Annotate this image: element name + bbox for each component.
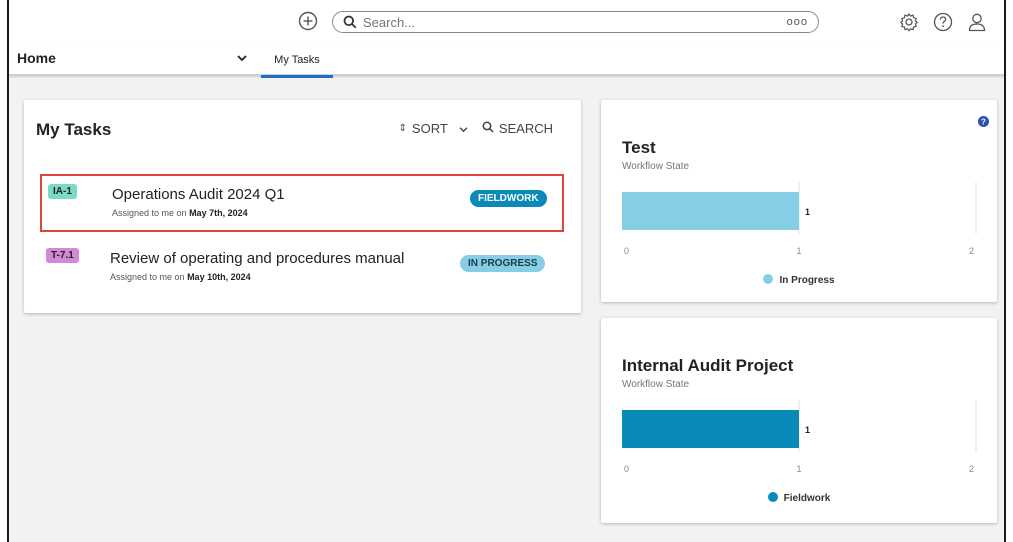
add-icon[interactable]: [297, 10, 319, 32]
legend-label: In Progress: [779, 275, 835, 286]
gear-icon[interactable]: [898, 11, 920, 33]
chart-title: Test: [622, 138, 656, 157]
search-options-button[interactable]: ooo: [787, 16, 808, 28]
question-icon[interactable]: ?: [978, 114, 989, 127]
legend-label: Fieldwork: [783, 493, 831, 504]
my-tasks-card: My Tasks ⇕ SORT SEARCH IA-1 Operations A…: [24, 100, 581, 313]
chart-card-test: ? Test Workflow State 0 1 2 1 In Progress: [601, 100, 997, 302]
x-tick-label: 1: [796, 246, 801, 256]
sort-button[interactable]: ⇕ SORT: [399, 121, 468, 136]
top-bar: ooo: [9, 0, 1004, 44]
status-badge: FIELDWORK: [470, 190, 547, 207]
bar-chart: 0 1 2 1: [622, 400, 977, 474]
x-tick-label: 2: [969, 464, 974, 474]
legend-swatch: [763, 274, 774, 284]
x-tick-label: 0: [624, 464, 629, 474]
svg-text:?: ?: [981, 118, 986, 127]
bar: [622, 192, 799, 230]
x-tick-label: 1: [796, 464, 801, 474]
task-name[interactable]: Review of operating and procedures manua…: [110, 250, 404, 267]
search-icon: [482, 121, 494, 136]
bar-chart: 0 1 2 1: [622, 182, 977, 256]
data-label: 1: [805, 207, 810, 217]
home-dropdown-label: Home: [17, 50, 56, 66]
task-id-badge: IA-1: [48, 184, 77, 199]
chart-subtitle: Workflow State: [622, 379, 690, 390]
tab-my-tasks[interactable]: My Tasks: [261, 44, 333, 78]
sort-icon: ⇕: [398, 123, 407, 134]
chevron-down-icon: [237, 51, 247, 65]
chart-legend: In Progress: [601, 274, 997, 286]
sort-label: SORT: [411, 121, 448, 136]
chart-title: Internal Audit Project: [622, 356, 794, 375]
chevron-down-icon: [459, 121, 468, 136]
search-icon: [343, 15, 357, 29]
task-search-button[interactable]: SEARCH: [482, 121, 553, 136]
data-label: 1: [805, 425, 810, 435]
global-search[interactable]: ooo: [332, 11, 819, 33]
x-tick-label: 0: [624, 246, 629, 256]
bar: [622, 410, 799, 448]
status-badge: IN PROGRESS: [460, 255, 546, 272]
my-tasks-title: My Tasks: [36, 120, 112, 139]
help-icon[interactable]: [932, 11, 954, 33]
chart-subtitle: Workflow State: [622, 161, 690, 172]
task-id-badge: T-7.1: [46, 248, 79, 263]
task-assigned: Assigned to me on May 10th, 2024: [110, 272, 251, 282]
task-assigned: Assigned to me on May 7th, 2024: [112, 208, 248, 218]
search-input[interactable]: [363, 14, 743, 30]
task-row[interactable]: T-7.1 Review of operating and procedures…: [40, 240, 564, 298]
home-dropdown[interactable]: Home: [17, 50, 247, 66]
legend-swatch: [767, 492, 778, 502]
task-name[interactable]: Operations Audit 2024 Q1: [112, 186, 285, 203]
x-tick-label: 2: [969, 246, 974, 256]
task-row[interactable]: IA-1 Operations Audit 2024 Q1 Assigned t…: [40, 174, 564, 232]
app-window: ooo Home My Tasks My Tasks ⇕: [7, 0, 1006, 542]
nav-bar: Home My Tasks: [9, 44, 1004, 78]
chart-legend: Fieldwork: [601, 492, 997, 504]
chart-card-internal-audit: Internal Audit Project Workflow State 0 1…: [601, 318, 997, 523]
user-icon[interactable]: [966, 11, 988, 33]
search-label: SEARCH: [498, 121, 553, 136]
